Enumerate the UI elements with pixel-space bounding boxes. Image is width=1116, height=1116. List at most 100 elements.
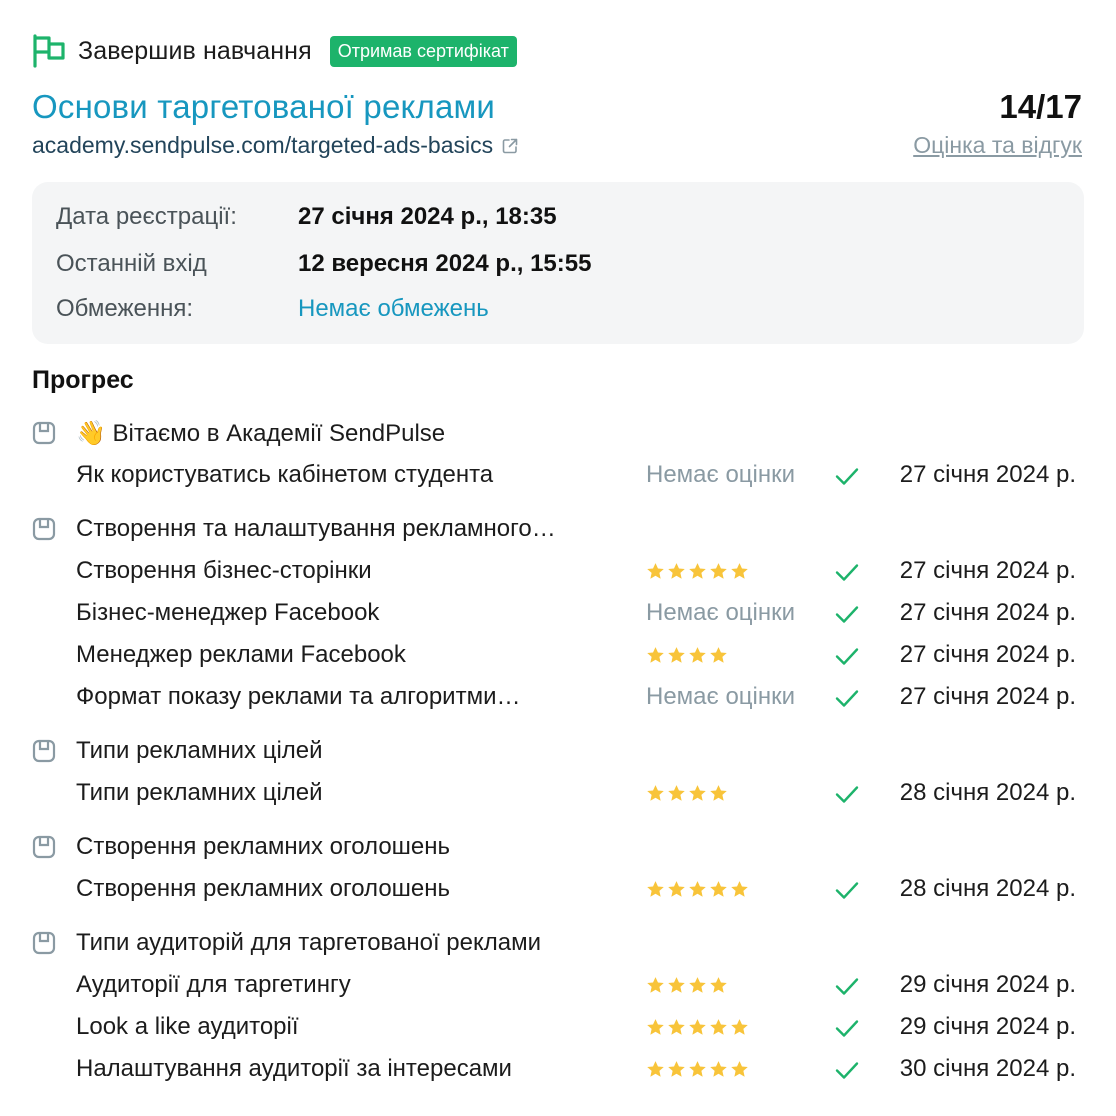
module-box-icon (32, 421, 56, 445)
section-title-text: Створення рекламних оголошень (76, 833, 451, 860)
lesson-name: Створення рекламних оголошень (76, 875, 451, 902)
registration-label: Дата реєстрації: (56, 203, 237, 230)
lesson-date: 27 січня 2024 р. (899, 557, 1076, 584)
course-url[interactable]: academy.sendpulse.com/targeted-ads-basic… (32, 132, 519, 159)
star-icon (731, 1061, 748, 1077)
lesson-row: Формат показу реклами та алгоритми… Нема… (76, 681, 1086, 713)
course-title[interactable]: Основи таргетованої реклами (32, 88, 495, 126)
star-icon (647, 1061, 664, 1077)
lesson-date: 27 січня 2024 р. (899, 683, 1076, 710)
course-url-text[interactable]: academy.sendpulse.com/targeted-ads-basic… (32, 132, 493, 159)
restrictions-link[interactable]: Немає обмежень (298, 295, 489, 323)
last-login-value: 12 вересня 2024 р., 15:55 (298, 250, 592, 277)
lesson-rating-stars (646, 1060, 749, 1079)
star-icon (689, 977, 706, 993)
section-title-text: 👋 Вітаємо в Академії SendPulse (76, 419, 446, 447)
lesson-row: Як користуватись кабінетом студента Нема… (76, 459, 1086, 491)
star-icon (647, 1019, 664, 1035)
star-icon (710, 881, 727, 897)
star-icon (731, 881, 748, 897)
star-icon (668, 785, 685, 801)
lesson-date: 30 січня 2024 р. (899, 1055, 1076, 1082)
module-box-icon (32, 739, 56, 763)
star-icon (647, 563, 664, 579)
lesson-date: 27 січня 2024 р. (899, 461, 1076, 488)
section-title: Створення рекламних оголошень (32, 831, 450, 863)
section-title-text: Типи аудиторій для таргетованої реклами (76, 929, 542, 956)
info-card: Дата реєстрації: 27 січня 2024 р., 18:35… (32, 182, 1084, 344)
lesson-name: Створення бізнес-сторінки (76, 557, 372, 584)
check-icon (835, 606, 859, 623)
lesson-date: 29 січня 2024 р. (899, 1013, 1076, 1040)
lesson-no-rating: Немає оцінки (646, 461, 796, 488)
lesson-row: Look a like аудиторії 29 січня 2024 р. (76, 1011, 1086, 1043)
star-icon (647, 977, 664, 993)
star-icon (668, 647, 685, 663)
lesson-row: Типи рекламних цілей 28 січня 2024 р. (76, 777, 1086, 809)
registration-value: 27 січня 2024 р., 18:35 (298, 203, 557, 230)
last-login-row: Останній вхід 12 вересня 2024 р., 15:55 (56, 249, 591, 279)
star-icon (710, 1019, 727, 1035)
check-icon (835, 468, 859, 485)
lesson-rating-stars (646, 784, 728, 803)
lesson-date: 27 січня 2024 р. (899, 599, 1076, 626)
module-box-icon (32, 835, 56, 859)
review-link[interactable]: Оцінка та відгук (913, 132, 1082, 159)
lesson-name: Аудиторії для таргетингу (76, 971, 351, 998)
completion-status: Завершив навчання (78, 36, 312, 65)
check-icon (835, 690, 859, 707)
star-icon (710, 647, 727, 663)
check-icon (835, 1020, 859, 1037)
course-status-header: Завершив навчання Отримав сертифікат (32, 32, 517, 70)
lesson-name: Look a like аудиторії (76, 1013, 299, 1040)
external-link-icon[interactable] (501, 137, 519, 155)
lesson-name: Формат показу реклами та алгоритми… (76, 683, 521, 710)
lesson-rating-stars (646, 1018, 749, 1037)
star-icon (689, 1061, 706, 1077)
lesson-name: Бізнес-менеджер Facebook (76, 599, 380, 626)
last-login-label: Останній вхід (56, 250, 207, 277)
star-icon (689, 1019, 706, 1035)
star-icon (689, 563, 706, 579)
lesson-row: Бізнес-менеджер Facebook Немає оцінки 27… (76, 597, 1086, 629)
check-icon (835, 882, 859, 899)
lesson-name: Налаштування аудиторії за інтересами (76, 1055, 512, 1082)
star-icon (647, 881, 664, 897)
lesson-row: Аудиторії для таргетингу 29 січня 2024 р… (76, 969, 1086, 1001)
check-icon (835, 564, 859, 581)
check-icon (835, 786, 859, 803)
star-icon (689, 881, 706, 897)
star-icon (689, 785, 706, 801)
section-title: Створення та налаштування рекламного… (32, 513, 556, 545)
star-icon (689, 647, 706, 663)
lesson-rating-stars (646, 646, 728, 665)
section-title: 👋 Вітаємо в Академії SendPulse (32, 417, 445, 449)
star-icon (668, 1061, 685, 1077)
restrictions-label: Обмеження: (56, 295, 194, 322)
lesson-row: Налаштування аудиторії за інтересами 30 … (76, 1053, 1086, 1085)
module-box-icon (32, 931, 56, 955)
module-box-icon (32, 517, 56, 541)
lesson-row: Створення рекламних оголошень 28 січня 2… (76, 873, 1086, 905)
lesson-row: Менеджер реклами Facebook 27 січня 2024 … (76, 639, 1086, 671)
check-icon (835, 648, 859, 665)
star-icon (668, 881, 685, 897)
check-icon (835, 1062, 859, 1079)
star-icon (710, 785, 727, 801)
progress-title: Прогрес (32, 366, 134, 394)
section-title: Типи аудиторій для таргетованої реклами (32, 927, 541, 959)
lesson-row: Створення бізнес-сторінки 27 січня 2024 … (76, 555, 1086, 587)
check-icon (835, 978, 859, 995)
lesson-date: 29 січня 2024 р. (899, 971, 1076, 998)
section-title-text: Типи рекламних цілей (76, 737, 323, 764)
restrictions-row: Обмеження: Немає обмежень (56, 294, 489, 324)
section-title: Типи рекламних цілей (32, 735, 323, 767)
lesson-rating-stars (646, 976, 728, 995)
lesson-name: Як користуватись кабінетом студента (76, 461, 494, 488)
star-icon (731, 1019, 748, 1035)
star-icon (710, 1061, 727, 1077)
star-icon (668, 563, 685, 579)
section-title-text: Створення та налаштування рекламного… (76, 515, 556, 542)
star-icon (710, 563, 727, 579)
star-icon (668, 977, 685, 993)
